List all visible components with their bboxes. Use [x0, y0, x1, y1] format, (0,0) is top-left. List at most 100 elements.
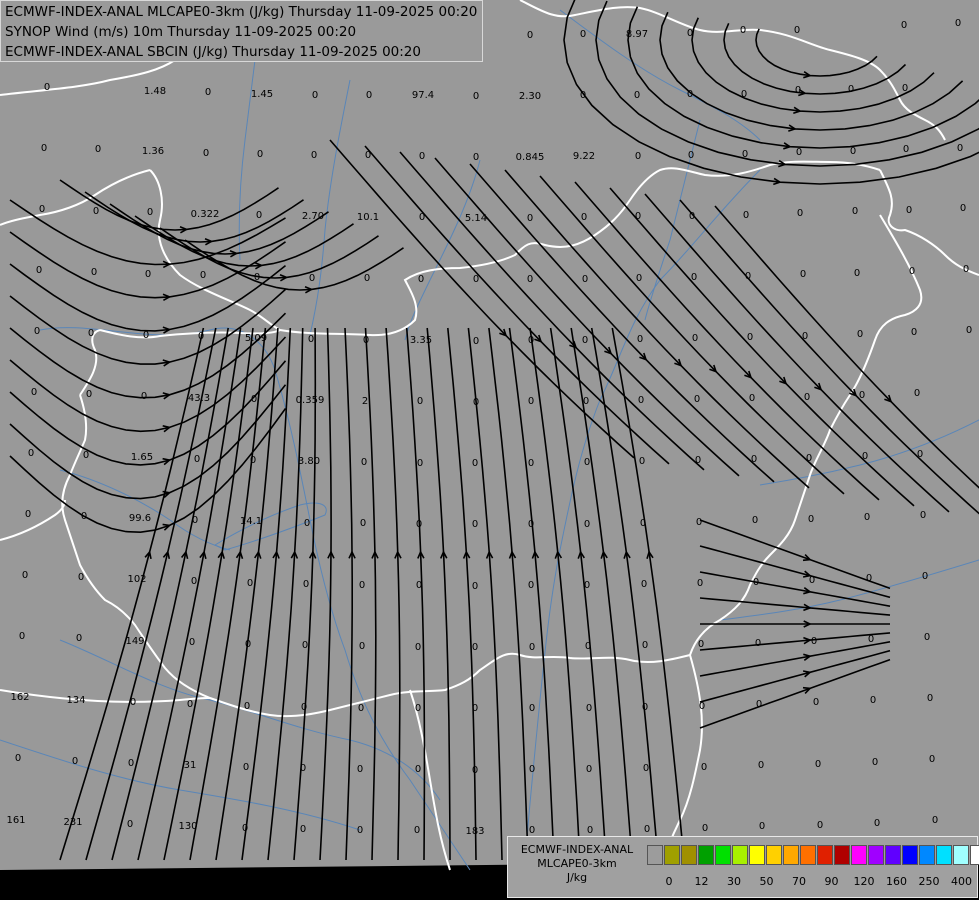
grid-value-94: 0: [747, 332, 753, 343]
grid-value-39: 0: [688, 150, 694, 161]
legend-swatch-1: [664, 845, 680, 865]
grid-value-114: 0: [859, 390, 865, 401]
grid-value-143: 0: [584, 519, 590, 530]
grid-value-187: 0: [187, 699, 193, 710]
grid-value-203: 0: [128, 758, 134, 769]
grid-value-38: 0: [635, 151, 641, 162]
grid-value-212: 0: [643, 763, 649, 774]
grid-value-41: 0: [796, 147, 802, 158]
grid-value-74: 0: [636, 273, 642, 284]
grid-value-158: 0: [472, 581, 478, 592]
grid-value-129: 0: [751, 454, 757, 465]
legend-tick-9: 400: [951, 875, 972, 888]
grid-value-157: 0: [416, 580, 422, 591]
legend-tick-8: 250: [918, 875, 940, 888]
grid-value-201: 0: [15, 753, 21, 764]
grid-value-121: 3.80: [298, 456, 320, 467]
grid-value-152: 102: [127, 574, 146, 585]
title-line-sbcin: ECMWF-INDEX-ANAL SBCIN (J/kg) Thursday 1…: [5, 44, 421, 60]
grid-value-200: 0: [927, 693, 933, 704]
grid-value-95: 0: [802, 331, 808, 342]
grid-value-63: 0: [36, 265, 42, 276]
grid-value-191: 0: [415, 703, 421, 714]
grid-value-194: 0: [586, 703, 592, 714]
grid-value-228: 0: [587, 825, 593, 836]
grid-value-198: 0: [813, 697, 819, 708]
grid-value-176: 0: [529, 642, 535, 653]
legend-title-param: MLCAPE0-3km: [537, 857, 617, 870]
grid-value-122: 0: [361, 457, 367, 468]
grid-value-8: 2.30: [519, 91, 541, 102]
grid-value-111: 0: [694, 394, 700, 405]
grid-value-112: 0: [749, 393, 755, 404]
grid-value-55: 0: [581, 212, 587, 223]
legend-swatch-7: [766, 845, 782, 865]
grid-value-6: 97.4: [412, 90, 434, 101]
grid-value-217: 0: [929, 754, 935, 765]
legend-swatch-16: [919, 845, 935, 865]
grid-value-10: 0: [634, 90, 640, 101]
grid-value-79: 0: [909, 266, 915, 277]
grid-value-78: 0: [854, 268, 860, 279]
grid-value-179: 0: [698, 639, 704, 650]
legend-tick-7: 160: [886, 875, 907, 888]
grid-value-164: 0: [809, 575, 815, 586]
grid-value-58: 0: [743, 210, 749, 221]
grid-value-196: 0: [699, 701, 705, 712]
grid-value-108: 0: [528, 396, 534, 407]
grid-value-106: 0: [417, 396, 423, 407]
grid-value-186: 0: [130, 697, 136, 708]
grid-value-153: 0: [191, 576, 197, 587]
legend-swatch-14: [885, 845, 901, 865]
grid-value-207: 0: [357, 764, 363, 775]
grid-value-68: 0: [309, 273, 315, 284]
grid-value-221: 130: [178, 821, 197, 832]
grid-value-105: 2: [362, 396, 368, 407]
legend-swatch-12: [851, 845, 867, 865]
grid-value-22: 0: [687, 28, 693, 39]
grid-value-107: 0: [473, 397, 479, 408]
grid-value-72: 0: [527, 274, 533, 285]
grid-value-91: 0: [582, 335, 588, 346]
legend-swatches: [647, 845, 979, 865]
grid-value-83: 0: [143, 330, 149, 341]
legend-swatch-2: [681, 845, 697, 865]
grid-value-206: 0: [300, 763, 306, 774]
grid-value-180: 0: [755, 638, 761, 649]
grid-value-40: 0: [742, 149, 748, 160]
grid-value-67: 0: [254, 272, 260, 283]
grid-value-97: 0: [911, 327, 917, 338]
grid-value-71: 0: [473, 274, 479, 285]
grid-value-134: 0: [81, 511, 87, 522]
grid-value-168: 0: [76, 633, 82, 644]
grid-value-190: 0: [358, 703, 364, 714]
grid-value-5: 0: [366, 90, 372, 101]
grid-value-177: 0: [585, 641, 591, 652]
grid-value-136: 0: [192, 515, 198, 526]
grid-value-60: 0: [852, 206, 858, 217]
title-line-synop-wind: SYNOP Wind (m/s) 10m Thursday 11-09-2025…: [5, 24, 357, 40]
grid-value-88: 3.35: [410, 335, 432, 346]
legend-title: ECMWF-INDEX-ANAL MLCAPE0-3km J/kg: [512, 843, 642, 885]
grid-value-222: 0: [242, 823, 248, 834]
grid-value-89: 0: [473, 336, 479, 347]
grid-value-92: 0: [637, 334, 643, 345]
grid-value-131: 0: [862, 451, 868, 462]
grid-value-178: 0: [642, 640, 648, 651]
grid-value-172: 0: [302, 640, 308, 651]
legend-tick-1: 12: [694, 875, 709, 888]
grid-value-154: 0: [247, 578, 253, 589]
legend-tick-3: 50: [759, 875, 774, 888]
grid-value-204: 31: [184, 760, 197, 771]
grid-value-11: 0: [687, 89, 693, 100]
grid-value-103: 0: [251, 394, 257, 405]
grid-value-145: 0: [696, 517, 702, 528]
grid-value-56: 0: [635, 211, 641, 222]
grid-value-120: 0: [250, 455, 256, 466]
grid-value-173: 0: [359, 641, 365, 652]
grid-value-150: 0: [22, 570, 28, 581]
grid-value-85: 5.09: [245, 333, 267, 344]
grid-value-119: 0: [194, 454, 200, 465]
grid-value-28: 0: [95, 144, 101, 155]
title-line-mlcape: ECMWF-INDEX-ANAL MLCAPE0-3km (J/kg) Thur…: [5, 4, 478, 20]
